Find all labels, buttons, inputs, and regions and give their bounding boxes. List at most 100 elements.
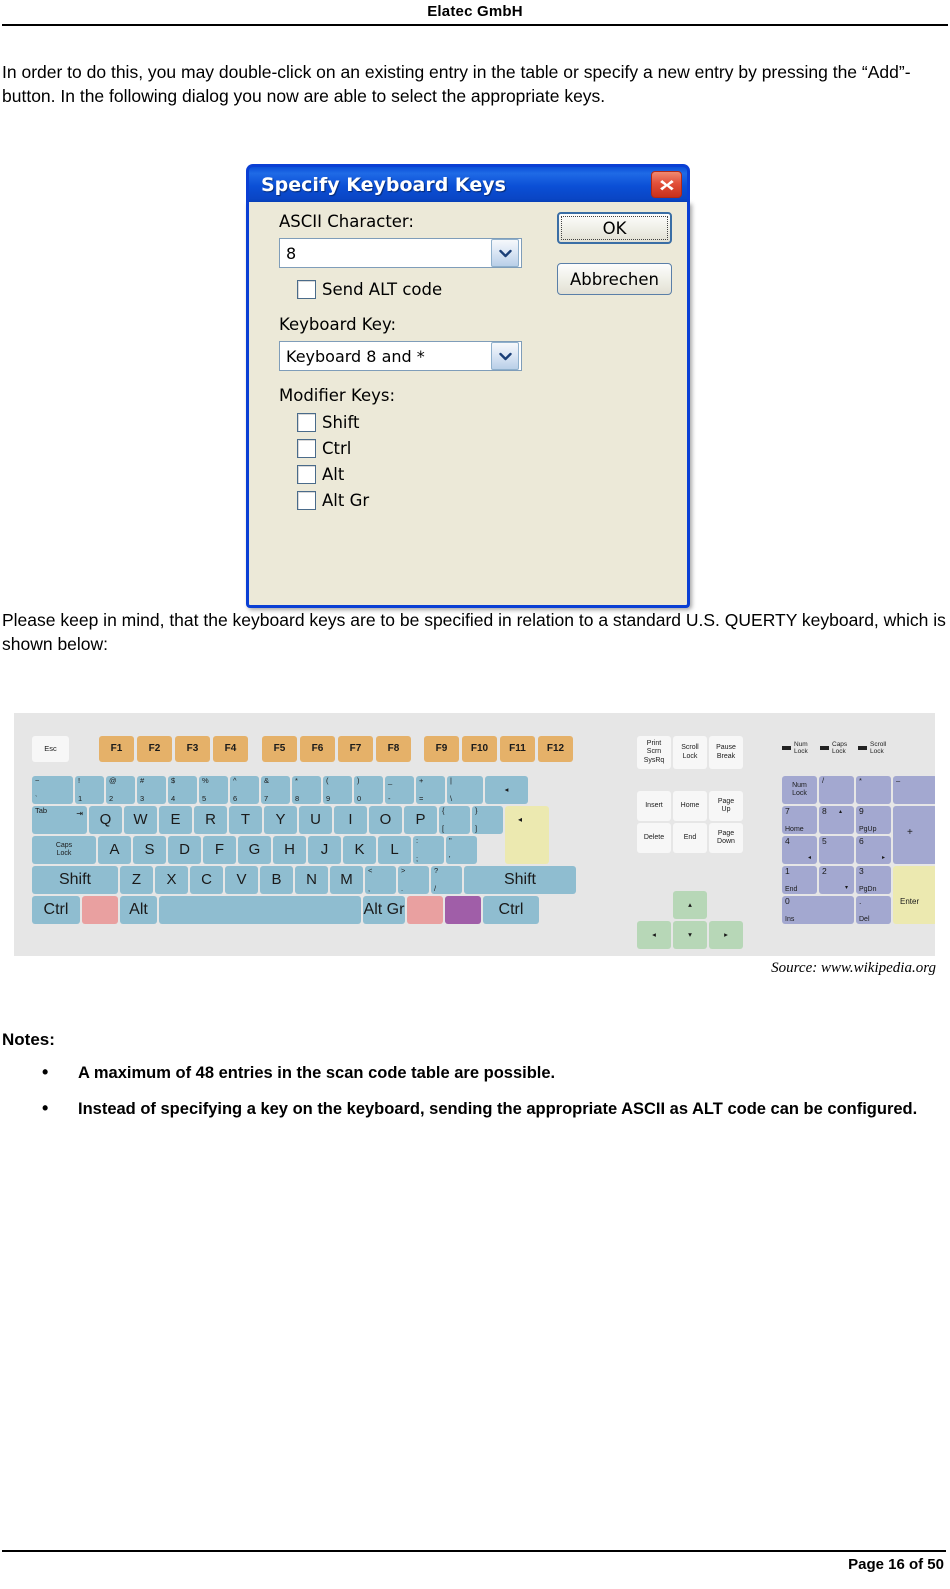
key-f4[interactable]: F4 <box>213 736 248 762</box>
key-v[interactable]: V <box>225 866 258 894</box>
key-num-\[interactable]: | \ <box>447 776 483 804</box>
shift-checkbox[interactable] <box>297 413 316 432</box>
key-f12[interactable]: F12 <box>538 736 573 762</box>
key-d[interactable]: D <box>168 836 201 864</box>
key-num-4[interactable]: $4 <box>168 776 197 804</box>
key-pause-break[interactable]: Pause Break <box>709 736 743 769</box>
key-f1[interactable]: F1 <box>99 736 134 762</box>
key-page-down[interactable]: Page Down <box>709 823 743 853</box>
key-alt-left[interactable]: Alt <box>120 896 157 924</box>
key-numpad-4[interactable]: 4 ◂ <box>782 836 817 864</box>
ok-button[interactable]: OK <box>557 212 672 244</box>
key-numpad-7[interactable]: 7 Home <box>782 806 817 834</box>
key-caps-lock[interactable]: Caps Lock <box>32 836 96 864</box>
key-delete[interactable]: Delete <box>637 823 671 853</box>
key-num-3[interactable]: #3 <box>137 776 166 804</box>
chevron-down-icon[interactable] <box>491 239 519 267</box>
key-scroll-lock[interactable]: Scroll Lock <box>673 736 707 769</box>
key-home[interactable]: Home <box>673 791 707 821</box>
key-num-9[interactable]: (9 <box>323 776 352 804</box>
key-num-`[interactable]: ~ ` <box>32 776 73 804</box>
key-h[interactable]: H <box>273 836 306 864</box>
key-f6[interactable]: F6 <box>300 736 335 762</box>
key-j[interactable]: J <box>308 836 341 864</box>
key-f5[interactable]: F5 <box>262 736 297 762</box>
modifier-shift-row[interactable]: Shift <box>297 413 360 432</box>
key-shift-left[interactable]: Shift <box>32 866 118 894</box>
key-q[interactable]: Q <box>89 806 122 834</box>
key-print-scrn-sysrq[interactable]: Print Scrn SysRq <box>637 736 671 769</box>
key-arrow-up[interactable]: ▴ <box>673 891 707 919</box>
key-m[interactable]: M <box>330 866 363 894</box>
key-arrow-right[interactable]: ▸ <box>709 921 743 949</box>
key-num-7[interactable]: & 7 <box>261 776 290 804</box>
key-f8[interactable]: F8 <box>376 736 411 762</box>
keyboard-key-combobox[interactable]: Keyboard 8 and * <box>279 341 522 371</box>
key-shift-right[interactable]: Shift <box>464 866 576 894</box>
key-g[interactable]: G <box>238 836 271 864</box>
key-page-up[interactable]: Page Up <box>709 791 743 821</box>
key-bracket-[[interactable]: {[ <box>439 806 470 834</box>
key-f11[interactable]: F11 <box>500 736 535 762</box>
key-punct-comma[interactable]: <, <box>365 866 396 894</box>
key-x[interactable]: X <box>155 866 188 894</box>
key-punct-'[interactable]: " ' <box>446 836 477 864</box>
key-s[interactable]: S <box>133 836 166 864</box>
key-numpad-2[interactable]: 2 ▾ <box>819 866 854 894</box>
key-l[interactable]: L <box>378 836 411 864</box>
send-alt-code-row[interactable]: Send ALT code <box>297 280 442 299</box>
key-numpad-0[interactable]: 0 Ins <box>782 896 854 924</box>
modifier-altgr-row[interactable]: Alt Gr <box>297 491 369 510</box>
key-ctrl-right[interactable]: Ctrl <box>483 896 539 924</box>
key-n[interactable]: N <box>295 866 328 894</box>
key-u[interactable]: U <box>299 806 332 834</box>
key-num-1[interactable]: ! 1 <box>75 776 104 804</box>
key-numpad-8[interactable]: 8 ▴ <box>819 806 854 834</box>
key-numpad-decimal[interactable]: . Del <box>856 896 891 924</box>
key-enter[interactable]: ◂ <box>505 806 549 864</box>
key-punct-slash[interactable]: ? / <box>431 866 462 894</box>
key-numpad-multiply[interactable]: * <box>856 776 891 804</box>
key-i[interactable]: I <box>334 806 367 834</box>
altgr-checkbox[interactable] <box>297 491 316 510</box>
key-f7[interactable]: F7 <box>338 736 373 762</box>
key-f[interactable]: F <box>203 836 236 864</box>
key-num--[interactable]: _ - <box>385 776 414 804</box>
key-num-0[interactable]: ) 0 <box>354 776 383 804</box>
key-bracket-][interactable]: }] <box>472 806 503 834</box>
key-tab[interactable]: Tab ⇥ <box>32 806 87 834</box>
key-e[interactable]: E <box>159 806 192 834</box>
key-end[interactable]: End <box>673 823 707 853</box>
key-o[interactable]: O <box>369 806 402 834</box>
key-t[interactable]: T <box>229 806 262 834</box>
chevron-down-icon-2[interactable] <box>491 342 519 370</box>
key-b[interactable]: B <box>260 866 293 894</box>
key-num-8[interactable]: * 8 <box>292 776 321 804</box>
key-alt-gr[interactable]: Alt Gr <box>363 896 405 924</box>
key-numpad-5[interactable]: 5 <box>819 836 854 864</box>
key-numpad-minus[interactable]: – <box>893 776 935 804</box>
alt-checkbox[interactable] <box>297 465 316 484</box>
key-f3[interactable]: F3 <box>175 736 210 762</box>
key-w[interactable]: W <box>124 806 157 834</box>
key-num-6[interactable]: ^ 6 <box>230 776 259 804</box>
key-numpad-plus[interactable]: + <box>893 806 935 864</box>
send-alt-code-checkbox[interactable] <box>297 280 316 299</box>
ascii-character-combobox[interactable]: 8 <box>279 238 522 268</box>
key-numpad-enter[interactable]: Enter <box>893 866 935 924</box>
key-f9[interactable]: F9 <box>424 736 459 762</box>
key-c[interactable]: C <box>190 866 223 894</box>
key-punct-period[interactable]: >. <box>398 866 429 894</box>
key-num-5[interactable]: % 5 <box>199 776 228 804</box>
key-numpad-9[interactable]: 9 PgUp <box>856 806 891 834</box>
key-numpad-3[interactable]: 3 PgDn <box>856 866 891 894</box>
key-y[interactable]: Y <box>264 806 297 834</box>
key-backspace[interactable]: ◂ <box>485 776 528 804</box>
key-f2[interactable]: F2 <box>137 736 172 762</box>
key-r[interactable]: R <box>194 806 227 834</box>
key-numpad-divide[interactable]: / <box>819 776 854 804</box>
key-num-=[interactable]: + = <box>416 776 445 804</box>
key-z[interactable]: Z <box>120 866 153 894</box>
key-arrow-down[interactable]: ▾ <box>673 921 707 949</box>
key-arrow-left[interactable]: ◂ <box>637 921 671 949</box>
